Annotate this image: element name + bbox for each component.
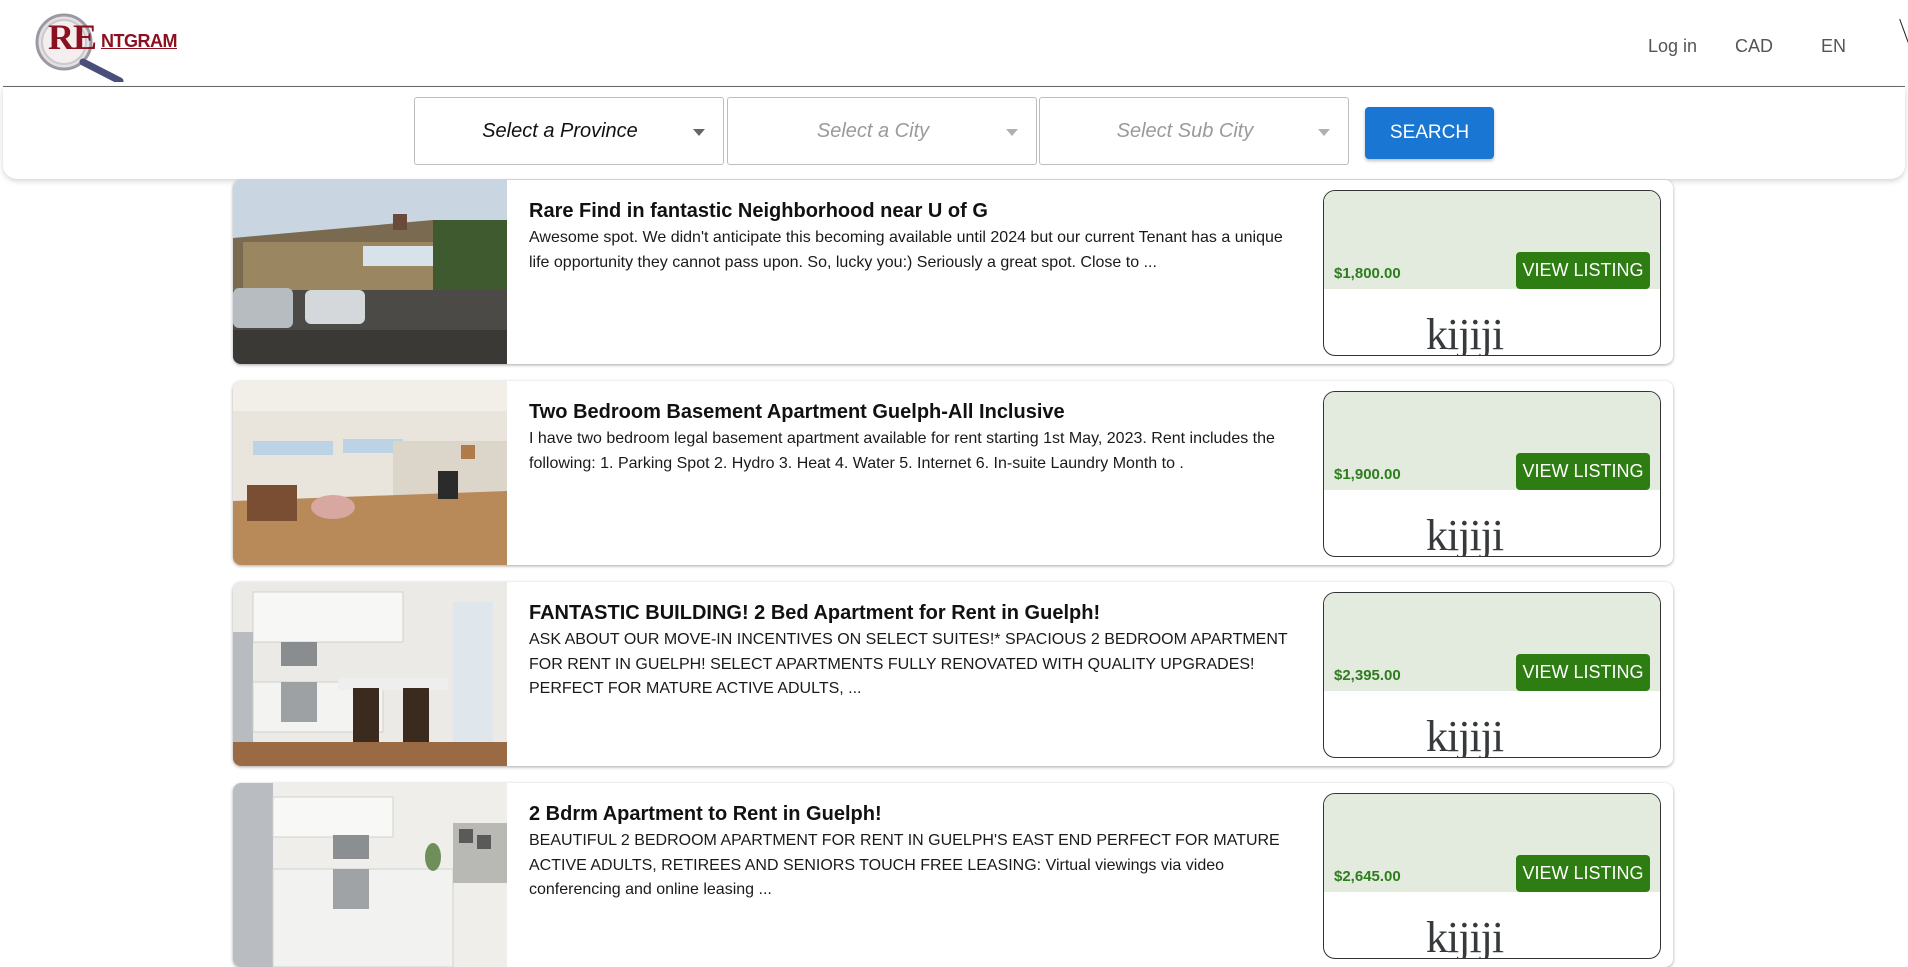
listing-price-panel: $2,395.00 VIEW LISTING kijiji [1323, 592, 1661, 758]
logo-text-ntgram: NTGRAM [101, 31, 178, 51]
search-button[interactable]: SEARCH [1365, 107, 1494, 159]
language-selector[interactable]: EN [1821, 36, 1846, 57]
listing-price-panel: $1,900.00 VIEW LISTING kijiji [1323, 391, 1661, 557]
subcity-select[interactable]: Select Sub City [1039, 97, 1349, 165]
listing-price: $1,900.00 [1334, 466, 1401, 483]
kijiji-logo: kijiji [1424, 299, 1524, 355]
login-link[interactable]: Log in [1648, 36, 1697, 57]
search-bar: Select a Province Select a City Select S… [3, 87, 1905, 179]
listing-price: $2,645.00 [1334, 868, 1401, 885]
listing-card[interactable]: Two Bedroom Basement Apartment Guelph-Al… [233, 381, 1673, 565]
listing-photo[interactable] [233, 582, 507, 766]
listing-description: Awesome spot. We didn't anticipate this … [529, 229, 1283, 271]
listing-description: ASK ABOUT OUR MOVE-IN INCENTIVES ON SELE… [529, 631, 1288, 697]
kijiji-logo-text: kijiji [1426, 712, 1504, 758]
listing-card[interactable]: Rare Find in fantastic Neighborhood near… [233, 180, 1673, 364]
view-listing-button[interactable]: VIEW LISTING [1516, 855, 1650, 892]
province-select-label: Select a Province [482, 120, 638, 142]
kijiji-logo: kijiji [1424, 701, 1524, 757]
chevron-down-icon [1318, 129, 1330, 136]
chevron-down-icon [1006, 129, 1018, 136]
listing-title[interactable]: FANTASTIC BUILDING! 2 Bed Apartment for … [529, 602, 1289, 625]
listing-title[interactable]: 2 Bdrm Apartment to Rent in Guelph! [529, 803, 1289, 826]
view-listing-button[interactable]: VIEW LISTING [1516, 453, 1650, 490]
subcity-select-label: Select Sub City [1116, 120, 1254, 142]
rentgram-logo[interactable]: RE NTGRAM [34, 10, 184, 82]
listing-card[interactable]: FANTASTIC BUILDING! 2 Bed Apartment for … [233, 582, 1673, 766]
listing-title[interactable]: Two Bedroom Basement Apartment Guelph-Al… [529, 401, 1289, 424]
listing-price: $1,800.00 [1334, 265, 1401, 282]
view-listing-button[interactable]: VIEW LISTING [1516, 252, 1650, 289]
currency-selector[interactable]: CAD [1735, 36, 1773, 57]
kijiji-logo-text: kijiji [1426, 913, 1504, 959]
view-listing-button[interactable]: VIEW LISTING [1516, 654, 1650, 691]
kijiji-logo-text: kijiji [1426, 511, 1504, 557]
header-edge-divider [1899, 18, 1908, 52]
listing-title[interactable]: Rare Find in fantastic Neighborhood near… [529, 200, 1289, 223]
listing-photo[interactable] [233, 180, 507, 364]
listing-photo[interactable] [233, 381, 507, 565]
listing-photo[interactable] [233, 783, 507, 967]
province-select[interactable]: Select a Province [414, 97, 724, 165]
city-select[interactable]: Select a City [727, 97, 1037, 165]
site-header: RE NTGRAM Log in CAD EN [0, 0, 1908, 87]
city-select-label: Select a City [816, 120, 930, 142]
kijiji-logo-text: kijiji [1426, 310, 1504, 356]
kijiji-logo: kijiji [1424, 500, 1524, 556]
logo-text-re: RE [48, 17, 97, 57]
chevron-down-icon [693, 129, 705, 136]
listing-price-panel: $2,645.00 VIEW LISTING kijiji [1323, 793, 1661, 959]
listing-description: I have two bedroom legal basement apartm… [529, 430, 1275, 472]
listing-price: $2,395.00 [1334, 667, 1401, 684]
listing-price-panel: $1,800.00 VIEW LISTING kijiji [1323, 190, 1661, 356]
listing-description: BEAUTIFUL 2 BEDROOM APARTMENT FOR RENT I… [529, 832, 1280, 898]
listing-card[interactable]: 2 Bdrm Apartment to Rent in Guelph! BEAU… [233, 783, 1673, 967]
